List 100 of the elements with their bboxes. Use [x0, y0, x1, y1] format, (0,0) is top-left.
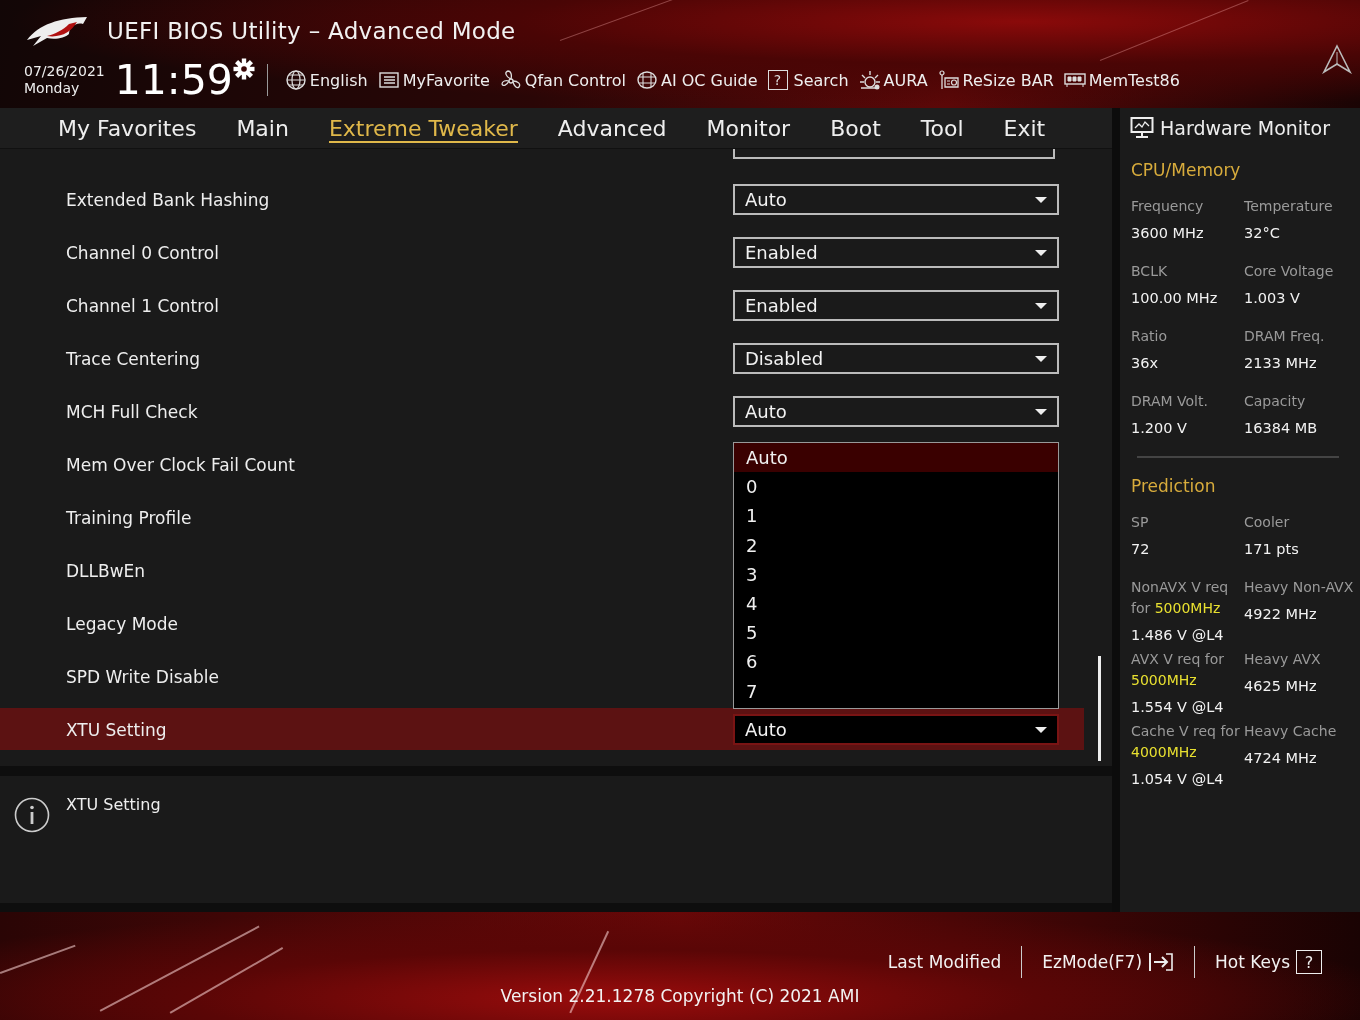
dropdown-option[interactable]: 5: [734, 618, 1058, 648]
stat-label: BCLK: [1131, 262, 1169, 281]
window-title: UEFI BIOS Utility – Advanced Mode: [107, 18, 516, 44]
dropdown-option[interactable]: 7: [734, 676, 1058, 706]
stat-value: 3600 MHz: [1131, 224, 1205, 243]
dropdown-option[interactable]: Auto: [734, 443, 1058, 473]
stat-value: 1.554 V @L4: [1131, 698, 1225, 717]
setting-label[interactable]: DLLBwEn: [66, 560, 146, 581]
panel-title: Hardware Monitor: [1160, 117, 1330, 139]
stat-label: Core Voltage: [1244, 262, 1335, 281]
caret-icon: [1035, 196, 1047, 203]
stat-value: 1.003 V: [1244, 289, 1302, 308]
stat-value: 4625 MHz: [1244, 677, 1318, 696]
stat-label: Heavy AVX: [1244, 650, 1322, 669]
date-text: 07/26/2021: [24, 63, 105, 80]
help-text: XTU Setting: [66, 794, 161, 816]
setting-label[interactable]: Mem Over Clock Fail Count: [66, 454, 295, 475]
stat-label: Cooler: [1244, 513, 1291, 532]
footer-button[interactable]: Last Modified: [867, 952, 1022, 972]
caret-icon: [1035, 726, 1047, 733]
exit-icon: [1148, 951, 1175, 973]
dropdown-option[interactable]: 1: [734, 501, 1058, 531]
stat-value: 171 pts: [1244, 540, 1300, 559]
menu-tab[interactable]: Boot: [810, 108, 901, 148]
stat-value: 4724 MHz: [1244, 749, 1318, 768]
menu-tab[interactable]: Advanced: [537, 108, 687, 148]
dropdown-field[interactable]: Disabled: [733, 343, 1059, 374]
dropdown-option[interactable]: 4: [734, 588, 1058, 619]
menu-tab[interactable]: Exit: [983, 108, 1066, 148]
stat-value: 72: [1131, 540, 1151, 559]
stat-value: 2133 MHz: [1244, 354, 1318, 373]
section-title: CPU/Memory: [1131, 160, 1242, 180]
stat-label: Ratio: [1131, 327, 1168, 346]
dropdown-option[interactable]: 0: [734, 472, 1058, 502]
stat-label: Temperature: [1244, 197, 1334, 216]
setting-label[interactable]: Extended Bank Hashing: [66, 189, 270, 210]
setting-label[interactable]: Training Profile: [66, 507, 192, 528]
stat-value: 4922 MHz: [1244, 605, 1318, 624]
menu-tab[interactable]: Main: [216, 108, 309, 148]
section-title: Prediction: [1131, 476, 1217, 496]
setting-label[interactable]: Channel 0 Control: [66, 242, 219, 263]
toolbar-button[interactable]: AURA: [855, 69, 935, 91]
dropdown-field[interactable]: Auto: [733, 396, 1059, 427]
setting-label[interactable]: MCH Full Check: [66, 401, 198, 422]
stat-label: NonAVX V req for 5000MHz: [1131, 578, 1230, 618]
dropdown-field[interactable]: Enabled: [733, 237, 1059, 268]
dropdown-option[interactable]: 6: [734, 647, 1058, 677]
toolbar-button[interactable]: Qfan Control: [496, 69, 633, 91]
list-icon: [377, 69, 400, 91]
setting-label[interactable]: Channel 1 Control: [66, 295, 219, 316]
stat-value: 100.00 MHz: [1131, 289, 1219, 308]
toolbar-button[interactable]: AI OC Guide: [632, 69, 765, 91]
menu-tab[interactable]: Monitor: [686, 108, 811, 148]
setting-label[interactable]: XTU Setting: [66, 719, 167, 740]
caret-icon: [1035, 408, 1047, 415]
toolbar-button[interactable]: English: [281, 69, 375, 91]
menu-tab[interactable]: Tool: [900, 108, 984, 148]
dropdown-option[interactable]: 2: [734, 530, 1058, 560]
toolbar-button[interactable]: ? Search: [764, 70, 856, 90]
arrow-icon: [1322, 44, 1352, 74]
toolbar-button[interactable]: MyFavorite: [374, 69, 497, 91]
caret-icon: [1035, 249, 1047, 256]
setting-label[interactable]: Trace Centering: [66, 348, 200, 369]
stat-value: 32°C: [1244, 224, 1281, 243]
footer-button[interactable]: EzMode(F7): [1022, 951, 1195, 973]
card-icon: [937, 69, 960, 91]
setting-label[interactable]: Legacy Mode: [66, 613, 178, 634]
caret-icon: [1035, 302, 1047, 309]
menu-tab[interactable]: My Favorites: [38, 108, 217, 148]
monitor-icon: [1130, 116, 1154, 140]
stat-value: 1.054 V @L4: [1131, 770, 1225, 789]
toolbar-button[interactable]: MemTest86: [1060, 69, 1187, 91]
stat-label: DRAM Volt.: [1131, 392, 1209, 411]
chip-icon: [635, 69, 658, 91]
scrollbar[interactable]: [1098, 656, 1101, 761]
settings-icon[interactable]: [232, 58, 255, 80]
dropdown-field[interactable]: Enabled: [733, 290, 1059, 321]
setting-label[interactable]: SPD Write Disable: [66, 666, 219, 687]
stat-value: 1.486 V @L4: [1131, 626, 1225, 645]
dropdown-option[interactable]: 3: [734, 559, 1058, 589]
menu-tab[interactable]: Extreme Tweaker: [308, 108, 538, 148]
lamp-icon: [858, 69, 881, 91]
dropdown-field[interactable]: Auto: [733, 184, 1059, 215]
globe-icon: [284, 69, 307, 91]
version-text: Version 2.21.1278 Copyright (C) 2021 AMI: [500, 986, 860, 1006]
stat-label: Frequency: [1131, 197, 1205, 216]
stat-label: Cache V req for 4000MHz: [1131, 722, 1241, 762]
stat-label: AVX V req for 5000MHz: [1131, 650, 1225, 690]
info-icon: [14, 797, 50, 833]
stat-label: Heavy Non-AVX: [1244, 578, 1354, 597]
stat-label: Heavy Cache: [1244, 722, 1338, 741]
dropdown-field[interactable]: Auto: [733, 714, 1059, 745]
stat-value: 36x: [1131, 354, 1160, 373]
fan-icon: [499, 69, 522, 91]
footer-button[interactable]: Hot Keys ?: [1195, 950, 1342, 974]
toolbar-button[interactable]: ReSize BAR: [934, 69, 1061, 91]
stat-label: DRAM Freq.: [1244, 327, 1326, 346]
clock-time: 11:59: [114, 58, 233, 102]
stat-value: 1.200 V: [1131, 419, 1189, 438]
weekday-text: Monday: [24, 80, 81, 97]
